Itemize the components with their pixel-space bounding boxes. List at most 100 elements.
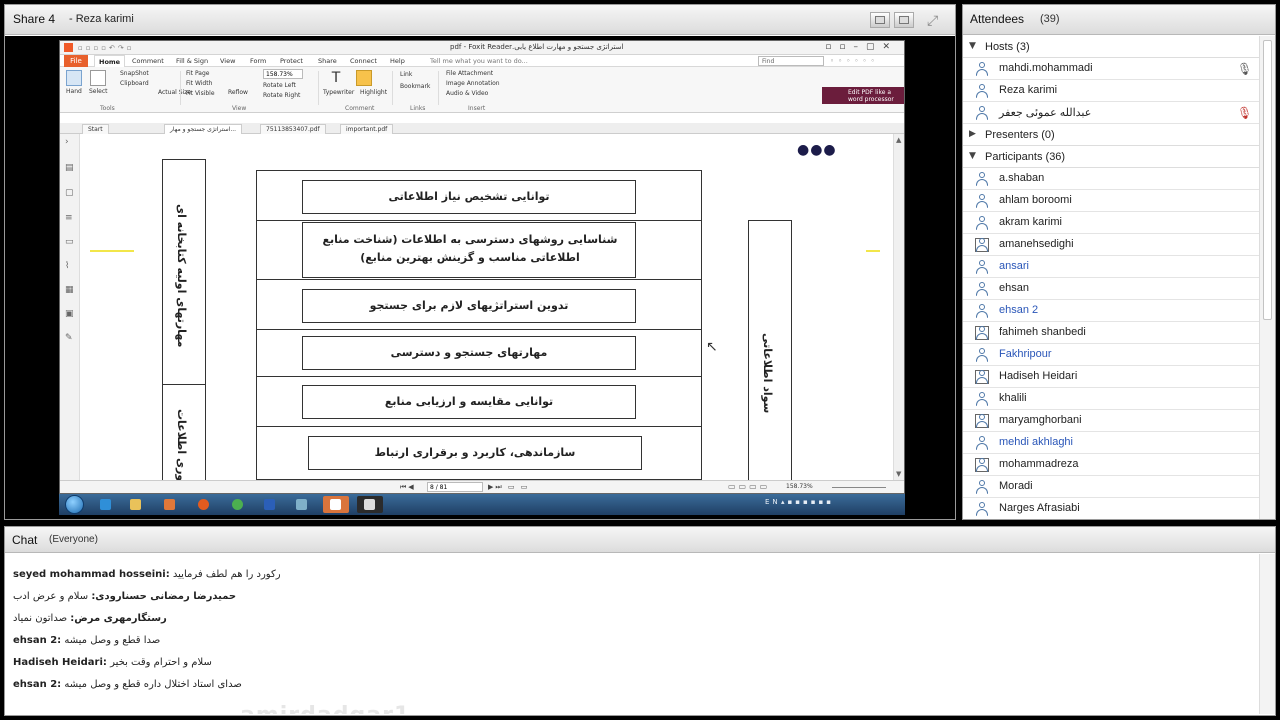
participant-row[interactable]: khalili [963, 388, 1259, 410]
layers-panel-icon[interactable]: ≡ [65, 214, 74, 223]
attendees-scrollbar[interactable] [1259, 36, 1275, 519]
scroll-down-icon[interactable]: ▼ [896, 470, 901, 478]
tab-doc-2[interactable]: 75113853407.pdf [260, 124, 326, 134]
pages-panel-icon[interactable]: ▢ [65, 189, 74, 198]
participants-section-header[interactable]: ▼ Participants (36) [963, 146, 1259, 168]
menu-view[interactable]: View [220, 57, 235, 65]
fullscreen-icon[interactable]: ⤢ [927, 13, 938, 29]
menu-share[interactable]: Share [318, 57, 337, 65]
attachments-panel-icon[interactable]: ⌇ [65, 262, 74, 271]
participant-row[interactable]: maryamghorbani [963, 410, 1259, 432]
tools-panel-icon[interactable]: ✎ [65, 334, 74, 343]
document-scrollbar[interactable]: ▲ ▼ [893, 134, 904, 480]
security-panel-icon[interactable]: ▣ [65, 310, 74, 319]
scroll-up-icon[interactable]: ▲ [896, 136, 901, 144]
hand-tool-icon[interactable] [66, 70, 82, 86]
page-nav-next-icons[interactable]: ▶⏭ ▭ ▭ [488, 483, 529, 492]
menu-fill-sign[interactable]: Fill & Sign [176, 57, 208, 65]
page-nav-prev-icons[interactable]: ⏮◀ [400, 483, 416, 492]
tab-start[interactable]: Start [82, 124, 109, 134]
collapse-triangle-icon[interactable]: ▼ [969, 151, 976, 161]
bookmark-button[interactable]: Bookmark [400, 83, 430, 90]
presenters-section-header[interactable]: ▶ Presenters (0) [963, 124, 1259, 146]
chat-scrollbar[interactable] [1259, 554, 1275, 714]
expand-triangle-icon[interactable]: ▶ [969, 129, 976, 139]
document-page[interactable]: ●●● مهارتهای اولیه کتابخانه ای فناوری اط… [80, 134, 893, 480]
participant-row[interactable]: a.shaban [963, 168, 1259, 190]
host-row[interactable]: mahdi.mohammadi 🎙 [963, 58, 1259, 80]
rotate-left-button[interactable]: Rotate Left [263, 82, 296, 89]
bookmarks-panel-icon[interactable]: ▤ [65, 164, 74, 173]
participant-row[interactable]: Hadiseh Heidari [963, 366, 1259, 388]
file-attachment-button[interactable]: File Attachment [446, 70, 493, 77]
menu-comment[interactable]: Comment [132, 57, 164, 65]
participant-row[interactable]: Narges Afrasiabi [963, 498, 1259, 519]
link-button[interactable]: Link [400, 71, 412, 78]
participant-row[interactable]: ehsan [963, 278, 1259, 300]
firefox-icon[interactable] [191, 496, 217, 513]
info-literacy-label: سواد اطلاعاتی [761, 333, 774, 414]
participant-row[interactable]: ehsan 2 [963, 300, 1259, 322]
participant-row[interactable]: ahlam boroomi [963, 190, 1259, 212]
hosts-section-header[interactable]: ▼ Hosts (3) [963, 36, 1259, 58]
window-controls[interactable]: ▫▫–▢✕ [825, 42, 898, 52]
image-annotation-button[interactable]: Image Annotation [446, 80, 500, 87]
tab-important[interactable]: important.pdf [340, 124, 394, 134]
edit-pdf-banner[interactable]: Edit PDF like a word processor [822, 87, 904, 104]
zoom-slider[interactable] [832, 487, 886, 488]
participant-row[interactable]: akram karimi [963, 212, 1259, 234]
word-icon[interactable] [257, 496, 283, 513]
fit-to-window-button[interactable] [870, 12, 890, 28]
participant-row[interactable]: mehdi akhlaghi [963, 432, 1259, 454]
snapshot-button[interactable]: SnapShot [120, 70, 149, 77]
host-row[interactable]: عبدالله عموئی جعفر 🎙 [963, 102, 1259, 124]
host-row[interactable]: Reza karimi [963, 80, 1259, 102]
comments-panel-icon[interactable]: ▭ [65, 238, 74, 247]
participant-row[interactable]: ansari [963, 256, 1259, 278]
file-menu[interactable]: File [64, 55, 88, 67]
audio-video-button[interactable]: Audio & Video [446, 90, 488, 97]
app-icon[interactable] [289, 496, 315, 513]
participant-row[interactable]: mohammadreza [963, 454, 1259, 476]
ie-icon[interactable] [93, 496, 119, 513]
clipboard-button[interactable]: Clipboard [120, 80, 149, 87]
expand-icon[interactable]: › [65, 138, 74, 147]
keyboard-language[interactable]: EN [765, 498, 781, 506]
scrollbar-thumb[interactable] [1263, 40, 1272, 320]
menu-help[interactable]: Help [390, 57, 405, 65]
menu-connect[interactable]: Connect [350, 57, 377, 65]
participant-row[interactable]: Fakhripour [963, 344, 1259, 366]
tab-current-doc[interactable]: استراتژی جستجو و مهار... [164, 124, 243, 134]
view-mode-icons[interactable]: ▭▭▭▭ [728, 482, 770, 491]
fit-page-button[interactable]: Fit Page [186, 70, 209, 77]
collapse-triangle-icon[interactable]: ▼ [969, 41, 976, 51]
chrome-icon[interactable] [225, 496, 251, 513]
start-button-icon[interactable] [65, 495, 84, 514]
page-number-input[interactable]: 8 / 81 [427, 482, 483, 492]
quick-access-icons[interactable]: ▫▫▫▫↶↷▫ [78, 44, 134, 52]
system-tray-icons[interactable]: ▴▪▪▪▪▪▪ [781, 498, 834, 506]
signatures-panel-icon[interactable]: ▦ [65, 286, 74, 295]
menu-home[interactable]: Home [94, 55, 126, 67]
typewriter-icon[interactable]: T [328, 70, 344, 86]
menu-form[interactable]: Form [250, 57, 266, 65]
rotate-right-button[interactable]: Rotate Right [263, 92, 300, 99]
select-tool-icon[interactable] [90, 70, 106, 86]
fit-visible-button[interactable]: Fit Visible [186, 90, 215, 97]
foxit-taskbar-icon[interactable] [323, 496, 349, 513]
maximize-pod-button[interactable] [894, 12, 914, 28]
adobe-connect-taskbar-icon[interactable] [357, 496, 383, 513]
participant-row[interactable]: amanehsedighi [963, 234, 1259, 256]
reflow-button[interactable]: Reflow [228, 89, 248, 96]
participant-row[interactable]: Moradi [963, 476, 1259, 498]
menubar-tool-icons[interactable]: ◦◦◦◦◦◦ [830, 57, 879, 65]
find-input[interactable]: Find [758, 56, 824, 66]
media-player-icon[interactable] [157, 496, 183, 513]
highlight-icon[interactable] [356, 70, 372, 86]
folder-icon[interactable] [123, 496, 149, 513]
fit-width-button[interactable]: Fit Width [186, 80, 212, 87]
menu-protect[interactable]: Protect [280, 57, 303, 65]
tell-me-search[interactable]: Tell me what you want to do... [430, 57, 528, 65]
participant-row[interactable]: fahimeh shanbedi [963, 322, 1259, 344]
zoom-input[interactable]: 158.73% [263, 69, 303, 79]
